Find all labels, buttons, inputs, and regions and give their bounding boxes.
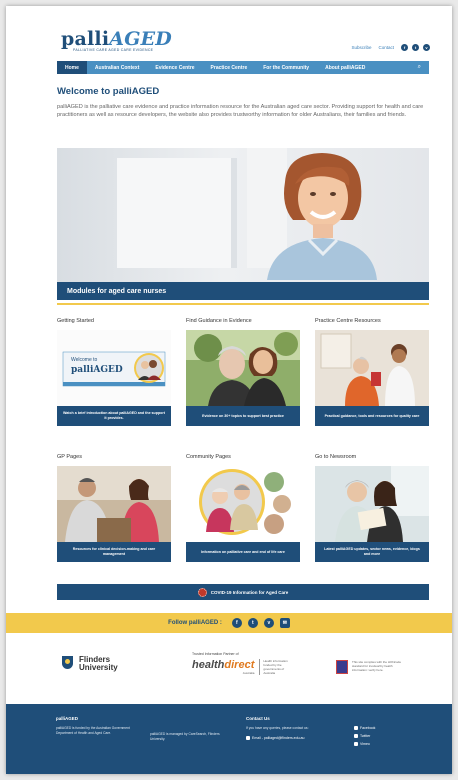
gp-photo (57, 466, 171, 542)
community-graphic (186, 466, 300, 542)
footer-title-palliaged: palliAGED (56, 716, 79, 721)
newsletter-icon[interactable]: ✉ (279, 618, 290, 628)
vimeo-label: Vimeo (360, 742, 370, 746)
card-caption: Practical guidance, tools and resources … (315, 406, 429, 426)
card-gp-pages[interactable]: Resources for clinical decision-making a… (57, 466, 171, 562)
card-title-gp-pages: GP Pages (57, 454, 82, 460)
hd-label: Trusted Information Partner of (192, 652, 239, 656)
card-practice-centre[interactable]: Practical guidance, tools and resources … (315, 330, 429, 426)
evidence-photo (186, 330, 300, 406)
facebook-icon (354, 726, 358, 730)
vimeo-icon[interactable]: v (423, 44, 430, 51)
footer: palliAGED palliAGED is funded by the Aus… (6, 704, 452, 774)
flinders-name-line2: University (79, 663, 118, 672)
card-find-guidance[interactable]: Evidence on 30+ topics to support best p… (186, 330, 300, 426)
twitter-icon[interactable]: t (412, 44, 419, 51)
card-title-find-guidance: Find Guidance in Evidence (186, 318, 252, 324)
community-people-graphic (186, 466, 300, 542)
card-title-practice-centre: Practice Centre Resources (315, 318, 381, 324)
facebook-label: Facebook (360, 726, 376, 730)
women-reading-photo (315, 466, 429, 542)
hd-sub: Australia (242, 671, 255, 675)
footer-email-link[interactable]: Email - palliaged@flinders.edu.au (246, 736, 304, 740)
covid-label: COVID-19 Information for Aged Care (210, 589, 289, 595)
facebook-icon[interactable]: f (401, 44, 408, 51)
footer-funding-text: palliAGED is funded by the Australian Go… (56, 726, 130, 735)
covid-info-button[interactable]: COVID-19 Information for Aged Care (57, 584, 429, 600)
welcome-body: palliAGED is the palliative care evidenc… (57, 104, 424, 118)
card-title-getting-started: Getting Started (57, 318, 94, 324)
nav-home[interactable]: Home (57, 61, 87, 74)
footer-title-contact: Contact Us (246, 716, 270, 721)
hd-logo-b: direct (224, 659, 255, 671)
follow-label: Follow palliAGED : (168, 620, 222, 626)
carer-with-resident-photo (315, 330, 429, 406)
twitter-label: Twitter (360, 734, 371, 738)
nav-for-the-community[interactable]: For the Community (255, 61, 317, 74)
hero-caption-bar[interactable]: Modules for aged care nurses (57, 282, 429, 300)
card-title-community-pages: Community Pages (186, 454, 231, 460)
footer-twitter-link[interactable]: Twitter (354, 734, 370, 738)
contact-link[interactable]: Contact (378, 45, 394, 50)
card-caption: Evidence on 30+ topics to support best p… (186, 406, 300, 426)
utility-links: Subscribe Contact f t v (351, 44, 430, 51)
footer-contact-text: If you have any queries, please contact … (246, 726, 309, 730)
doctor-consultation-photo (57, 466, 171, 542)
palliaged-logo[interactable]: palliAGED PALLIATIVE CARE AGED CARE EVID… (61, 28, 172, 52)
practice-photo (315, 330, 429, 406)
nav-about-palliaged[interactable]: About palliAGED (317, 61, 373, 74)
nav-practice-centre[interactable]: Practice Centre (203, 61, 256, 74)
main-nav: Home Australian Context Evidence Centre … (57, 61, 429, 74)
honcode-text: This site complies with the HONcode stan… (352, 660, 402, 672)
honcode-badge[interactable]: This site complies with the HONcode stan… (336, 660, 402, 674)
card-getting-started[interactable]: Welcome to palliAGED Watch a brief intro… (57, 330, 171, 426)
elderly-women-photo (186, 330, 300, 406)
card-community-pages[interactable]: Information on palliative care and end o… (186, 466, 300, 562)
hd-logo-a: health (192, 659, 225, 671)
subscribe-link[interactable]: Subscribe (351, 45, 371, 50)
newsroom-photo (315, 466, 429, 542)
card-caption: Resources for clinical decision-making a… (57, 542, 171, 562)
footer-vimeo-link[interactable]: Vimeo (354, 742, 370, 746)
flinders-shield-icon (62, 656, 73, 669)
flinders-logo[interactable]: Flinders University (62, 656, 118, 672)
video-welcome-text: Welcome to (71, 357, 98, 363)
footer-facebook-link[interactable]: Facebook (354, 726, 375, 730)
twitter-icon (354, 734, 358, 738)
healthdirect-logo[interactable]: Trusted Information Partner of healthdir… (192, 652, 293, 675)
intro-video-thumbnail[interactable]: Welcome to palliAGED (57, 330, 171, 406)
card-caption: Watch a brief introduction about palliAG… (57, 406, 171, 426)
follow-bar: Follow palliAGED : f t v ✉ (6, 613, 452, 633)
hero-background (117, 158, 237, 268)
nav-australian-context[interactable]: Australian Context (87, 61, 147, 74)
nurse-photo (267, 153, 377, 280)
footer-managed-text: palliAGED is managed by CareSearch, Flin… (150, 732, 220, 741)
hero-banner[interactable]: Modules for aged care nurses (57, 148, 429, 300)
hero-caption: Modules for aged care nurses (67, 287, 167, 295)
nav-evidence-centre[interactable]: Evidence Centre (147, 61, 202, 74)
vimeo-icon[interactable]: v (263, 618, 274, 628)
email-icon (246, 736, 250, 740)
divider (57, 303, 429, 305)
search-icon[interactable]: ⌕ (418, 64, 429, 71)
welcome-title: Welcome to palliAGED (57, 86, 160, 97)
video-logo-text: palliAGED (71, 365, 123, 375)
facebook-icon[interactable]: f (231, 618, 242, 628)
card-newsroom[interactable]: Latest palliAGED updates, sector news, e… (315, 466, 429, 562)
honcode-icon (336, 660, 348, 674)
footer-email: Email - palliaged@flinders.edu.au (252, 736, 305, 740)
card-caption: Information on palliative care and end o… (186, 542, 300, 562)
page: palliAGED PALLIATIVE CARE AGED CARE EVID… (6, 6, 452, 774)
virus-icon (197, 587, 207, 597)
card-title-newsroom: Go to Newsroom (315, 454, 357, 460)
twitter-icon[interactable]: t (247, 618, 258, 628)
hd-note: Health information funded by the governm… (259, 659, 293, 675)
card-caption: Latest palliAGED updates, sector news, e… (315, 542, 429, 562)
vimeo-icon (354, 742, 358, 746)
